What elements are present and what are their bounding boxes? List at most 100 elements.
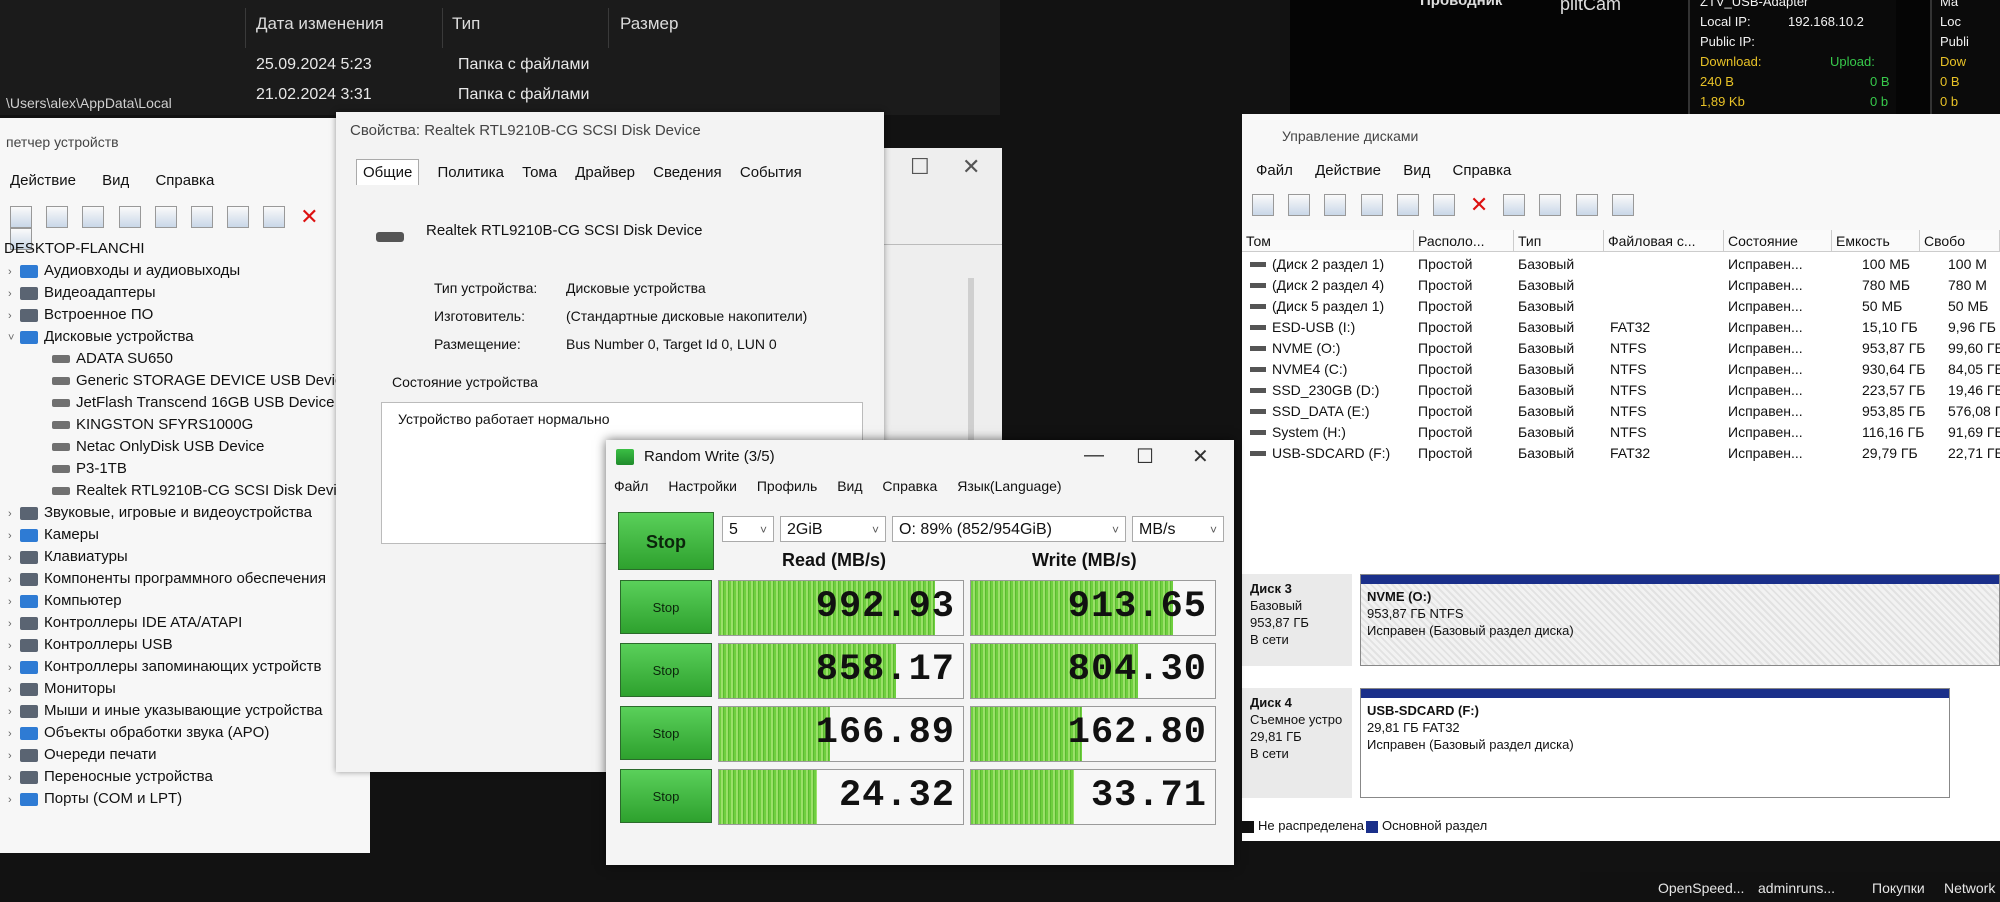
delete-icon[interactable]: ✕ (1469, 194, 1489, 216)
minimize-icon[interactable]: — (1084, 444, 1104, 467)
partition-usb-sdcard[interactable]: USB-SDCARD (F:) 29,81 ГБ FAT32 Исправен … (1360, 688, 1950, 798)
tree-item[interactable]: KINGSTON SFYRS1000G (40, 414, 253, 436)
forward-icon[interactable] (1288, 194, 1311, 216)
tree-item[interactable]: › Порты (COM и LPT) (8, 788, 182, 810)
partition-nvme[interactable]: NVME (O:) 953,87 ГБ NTFS Исправен (Базов… (1360, 574, 2000, 666)
chevron-icon[interactable]: › (8, 283, 20, 305)
back-icon[interactable] (10, 206, 32, 228)
scan-icon[interactable] (190, 206, 213, 228)
maximize-icon[interactable]: ☐ (1136, 444, 1154, 469)
menu-profile[interactable]: Профиль (757, 478, 817, 494)
tree-item[interactable]: › Клавиатуры (8, 546, 128, 568)
tree-item[interactable]: › Компьютер (8, 590, 122, 612)
chevron-icon[interactable]: › (8, 503, 20, 525)
volume-row[interactable]: SSD_DATA (E:) Простой Базовый NTFS Исправен.… (1242, 401, 2000, 422)
close-icon[interactable]: ✕ (1192, 444, 1209, 469)
col-type[interactable]: Тип (1514, 230, 1604, 252)
grid-icon[interactable] (154, 206, 177, 228)
tree-item[interactable]: › Аудиовходы и аудиовыходы (8, 260, 240, 282)
menu-help[interactable]: Справка (1453, 162, 1512, 179)
tree-item[interactable]: DESKTOP-FLANCHI (4, 238, 145, 260)
column-header-type[interactable]: Тип (452, 14, 480, 34)
chevron-icon[interactable]: › (8, 767, 20, 789)
column-header-date[interactable]: Дата изменения (256, 14, 384, 34)
tab-details[interactable]: Сведения (653, 164, 722, 181)
uninstall-icon[interactable]: ✕ (299, 206, 319, 228)
drive-select[interactable]: O: 89% (852/954GiB) ˅ (892, 516, 1126, 542)
tree-item[interactable]: › Камеры (8, 524, 99, 546)
volume-row[interactable]: (Диск 2 раздел 4) Простой Базовый Исправен.… (1242, 275, 2000, 296)
column-separator[interactable] (608, 8, 609, 48)
tree-item[interactable]: › Звуковые, игровые и видеоустройства (8, 502, 312, 524)
taskbar-item[interactable]: Network (1944, 880, 1995, 896)
view-icon[interactable] (1611, 194, 1634, 216)
disk3-label[interactable]: Диск 3 Базовый 953,87 ГБ В сети (1242, 574, 1352, 666)
menu-action[interactable]: Действие (10, 172, 76, 189)
help-icon[interactable] (118, 206, 141, 228)
tab-policy[interactable]: Политика (438, 164, 504, 181)
tree-item[interactable]: › Видеоадаптеры (8, 282, 156, 304)
column-separator[interactable] (442, 8, 443, 48)
chevron-icon[interactable]: › (8, 679, 20, 701)
col-volume[interactable]: Том (1242, 230, 1414, 252)
chevron-icon[interactable]: › (8, 745, 20, 767)
menu-action[interactable]: Действие (1315, 162, 1381, 179)
menu-help[interactable]: Справка (882, 478, 937, 494)
menu-language[interactable]: Язык(Language) (957, 478, 1061, 494)
stop-button[interactable]: Stop (620, 643, 712, 697)
chevron-icon[interactable]: › (8, 723, 20, 745)
stop-button[interactable]: Stop (620, 769, 712, 823)
tree-item[interactable]: › Объекты обработки звука (APO) (8, 722, 269, 744)
monitor-icon[interactable] (227, 206, 250, 228)
size-select[interactable]: 2GiB ˅ (780, 516, 886, 542)
maximize-icon[interactable]: ☐ (910, 154, 930, 180)
tree-item[interactable]: › Переносные устройства (8, 766, 213, 788)
tree-item[interactable]: ˅ Дисковые устройства (8, 326, 194, 348)
col-capacity[interactable]: Емкость (1832, 230, 1920, 252)
tree-item[interactable]: › Контроллеры IDE ATA/ATAPI (8, 612, 242, 634)
taskbar-item[interactable]: OpenSpeed... (1658, 880, 1744, 896)
chevron-icon[interactable]: ˅ (8, 327, 20, 349)
grid-icon[interactable] (1396, 194, 1419, 216)
column-header-size[interactable]: Размер (620, 14, 678, 34)
tree-item[interactable]: › Очереди печати (8, 744, 157, 766)
col-status[interactable]: Состояние (1724, 230, 1832, 252)
tree-item[interactable]: › Компоненты программного обеспечения (8, 568, 326, 590)
col-filesystem[interactable]: Файловая с... (1604, 230, 1724, 252)
list-icon[interactable] (82, 206, 105, 228)
tab-events[interactable]: События (740, 164, 802, 181)
chevron-icon[interactable]: › (8, 261, 20, 283)
taskbar-item[interactable]: Покупки (1872, 880, 1925, 896)
format-icon[interactable] (1575, 194, 1598, 216)
tree-item[interactable]: › Контроллеры запоминающих устройств (8, 656, 321, 678)
column-separator[interactable] (245, 8, 246, 48)
col-layout[interactable]: Располо... (1414, 230, 1514, 252)
update-driver-icon[interactable] (263, 206, 286, 228)
volume-row[interactable]: ESD-USB (I:) Простой Базовый FAT32 Исправен.… (1242, 317, 2000, 338)
volume-row[interactable]: NVME4 (C:) Простой Базовый NTFS Исправен... 9… (1242, 359, 2000, 380)
key-icon[interactable] (1539, 194, 1562, 216)
disk4-label[interactable]: Диск 4 Съемное устро 29,81 ГБ В сети (1242, 688, 1352, 798)
volume-row[interactable]: NVME (O:) Простой Базовый NTFS Исправен... 95… (1242, 338, 2000, 359)
close-icon[interactable]: ✕ (962, 154, 980, 180)
tree-item[interactable]: Realtek RTL9210B-CG SCSI Disk Device (40, 480, 353, 502)
connect-icon[interactable] (1432, 194, 1455, 216)
chevron-icon[interactable]: › (8, 613, 20, 635)
tree-item[interactable]: › Мыши и иные указывающие устройства (8, 700, 322, 722)
count-select[interactable]: 5 ˅ (722, 516, 774, 542)
col-free[interactable]: Свобо (1920, 230, 2000, 252)
volume-row[interactable]: (Диск 5 раздел 1) Простой Базовый Исправен.… (1242, 296, 2000, 317)
tree-item[interactable]: Netac OnlyDisk USB Device (40, 436, 264, 458)
back-icon[interactable] (1252, 194, 1274, 216)
chevron-icon[interactable]: › (8, 305, 20, 327)
menu-file[interactable]: Файл (1256, 162, 1293, 179)
chevron-icon[interactable]: › (8, 525, 20, 547)
volume-row[interactable]: SSD_230GB (D:) Простой Базовый NTFS Исправен… (1242, 380, 2000, 401)
tree-item[interactable]: ADATA SU650 (40, 348, 173, 370)
tree-item[interactable]: JetFlash Transcend 16GB USB Device (40, 392, 334, 414)
title-bar[interactable]: Random Write (3/5) — ☐ ✕ (606, 440, 1234, 474)
stop-button[interactable]: Stop (620, 706, 712, 760)
chevron-icon[interactable]: › (8, 547, 20, 569)
menu-view[interactable]: Вид (102, 172, 129, 189)
menu-view[interactable]: Вид (837, 478, 862, 494)
